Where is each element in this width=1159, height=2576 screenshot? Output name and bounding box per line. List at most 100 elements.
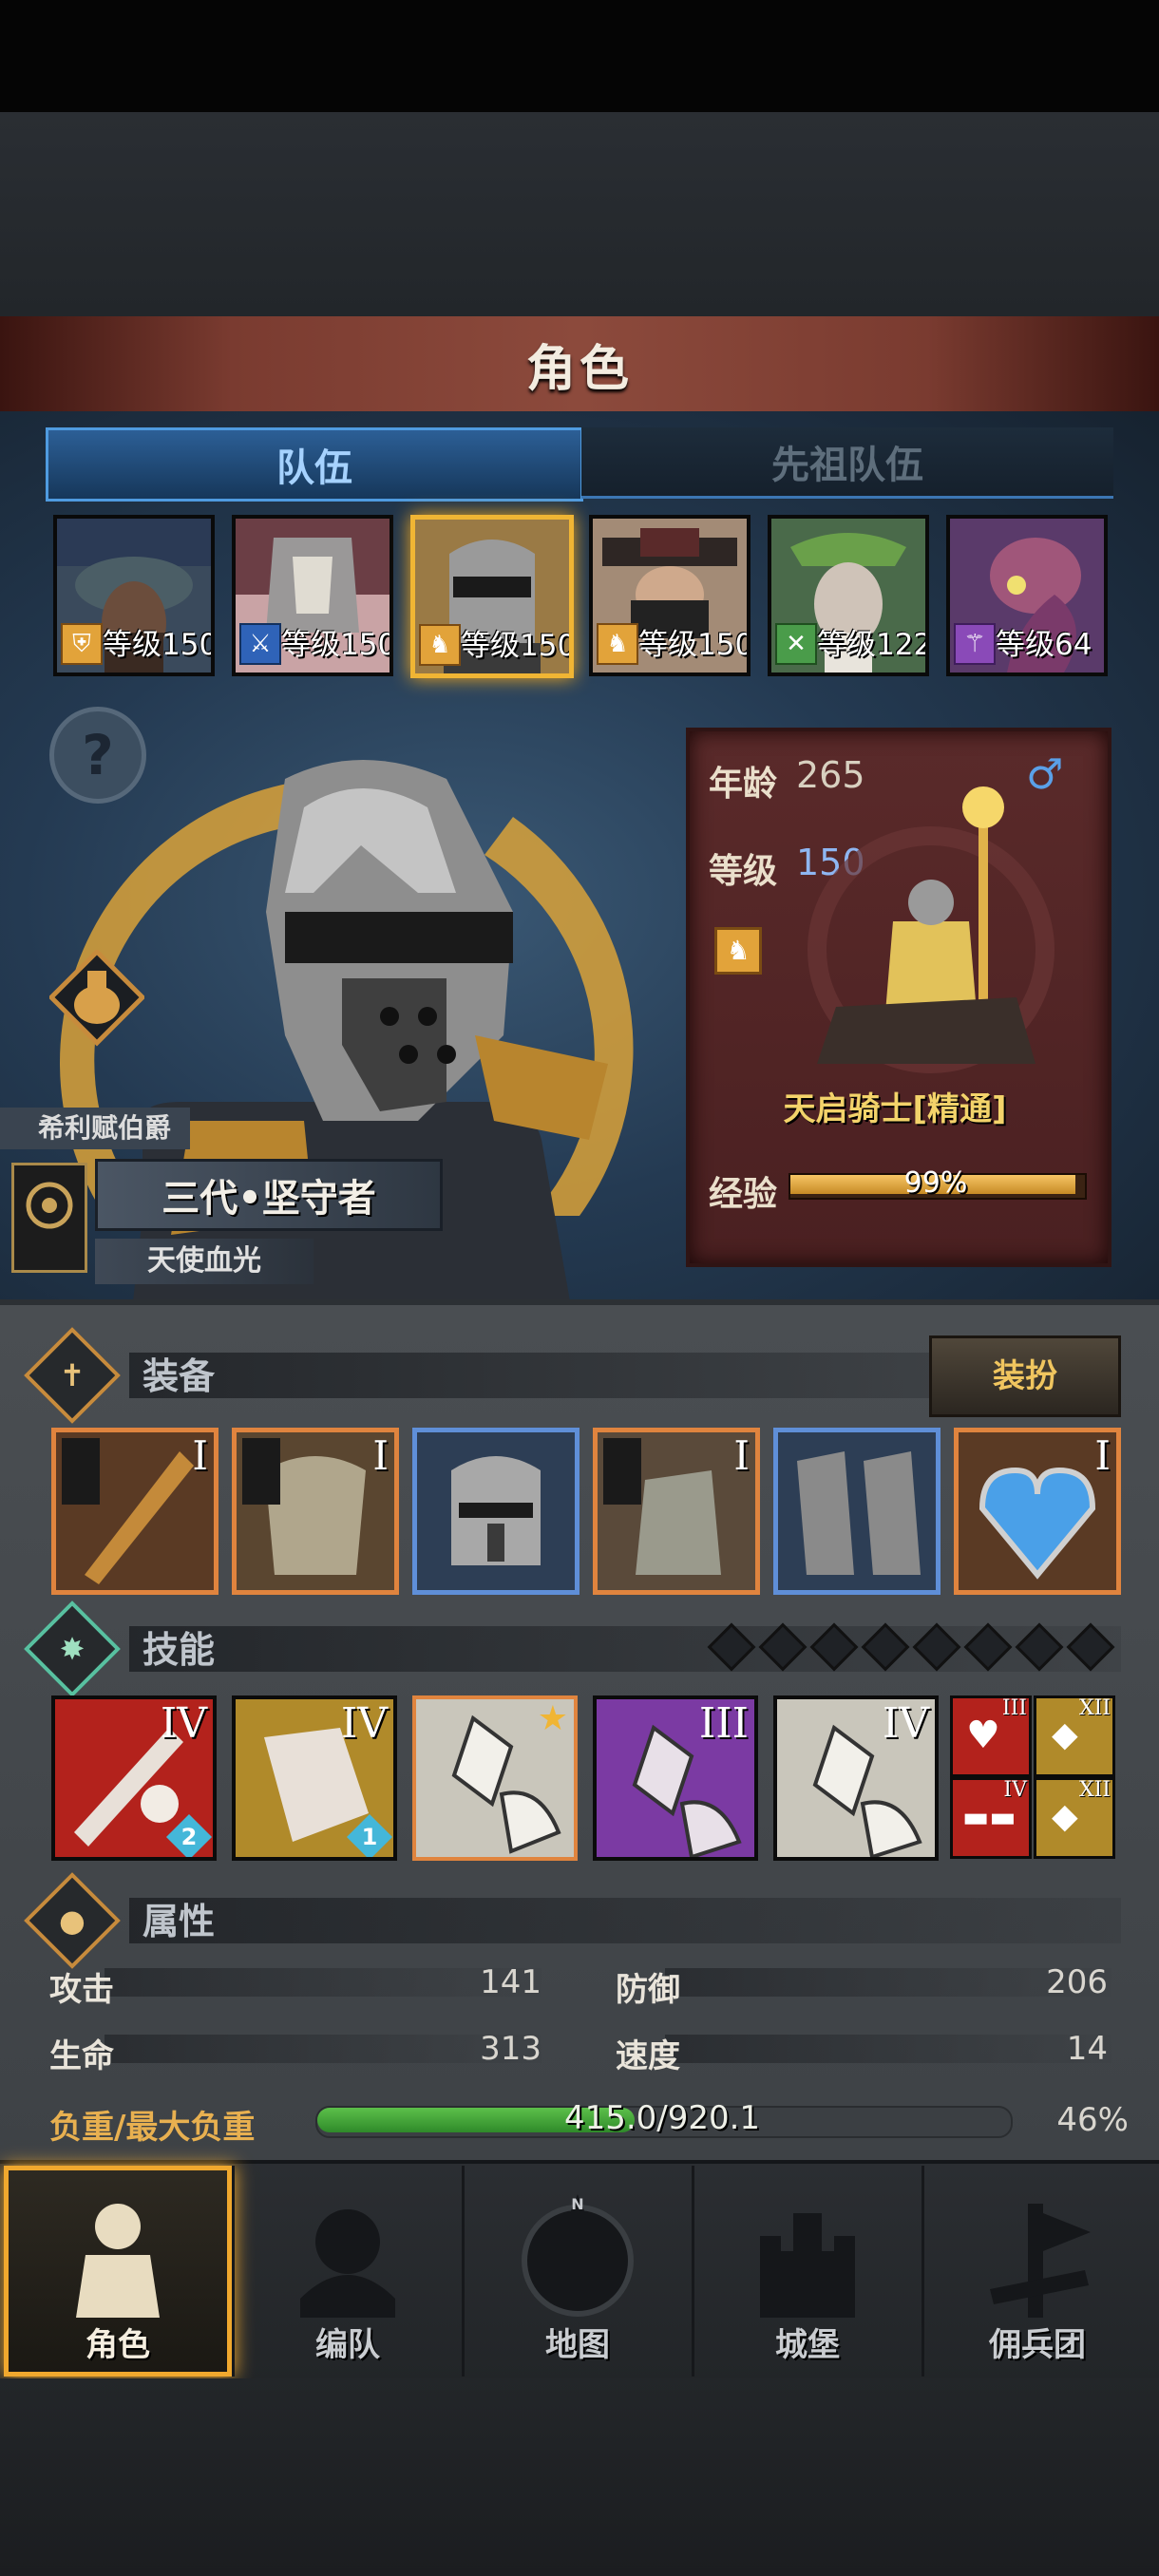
speed-label: 速度 (616, 2037, 680, 2075)
tier-label: III (1001, 1696, 1027, 1720)
nav-castle-label: 城堡 (775, 2326, 840, 2364)
header-bar (129, 1898, 1121, 1943)
amulet-icon (959, 1432, 1116, 1590)
attributes-header: ● 属性 (24, 1872, 1121, 1969)
hp-label: 生命 (49, 2037, 114, 2075)
sword-icon: ⚔ (239, 623, 281, 665)
formation-icon (300, 2209, 395, 2318)
level-label: 等级 (709, 852, 778, 891)
favorite-star-icon: ★ (537, 1699, 568, 1738)
bloodline-plate: 天使血光 (95, 1239, 314, 1284)
nav-map-label: 地图 (545, 2326, 610, 2364)
skill-count: 1 (361, 1824, 378, 1850)
equipment-slot-weapon[interactable]: I (51, 1428, 218, 1595)
nav-map[interactable]: N 地图 (464, 2166, 694, 2377)
horse-icon: ♞ (597, 623, 638, 665)
tier-label: IV (160, 1699, 207, 1748)
house-name: 希利赋伯爵 (38, 1112, 172, 1144)
exp-value: 99% (903, 1166, 968, 1200)
team-level: 等级122 (817, 628, 929, 662)
team-member-2[interactable]: ⚔ 等级150 (232, 515, 393, 676)
tier-label: IV (340, 1699, 388, 1748)
load-label: 负重/最大负重 (49, 2109, 256, 2147)
equipment-title: 装备 (142, 1355, 216, 1397)
team-member-6[interactable]: ⚚ 等级64 (946, 515, 1108, 676)
passive-skill-1[interactable]: ♥ III (950, 1695, 1032, 1777)
tier-label: XII (1078, 1778, 1111, 1802)
hp-value: 313 (480, 2030, 542, 2068)
staff-icon: ⚚ (954, 623, 996, 665)
defense-value: 206 (1046, 1963, 1108, 2001)
speed-value: 14 (1066, 2030, 1108, 2068)
tab-team[interactable]: 队伍 (46, 427, 583, 502)
dress-up-label: 装扮 (993, 1357, 1057, 1395)
skill-slot-5[interactable]: IV (773, 1695, 939, 1861)
tier-label: I (372, 1432, 389, 1479)
equipment-slot-gauntlet[interactable]: I (593, 1428, 760, 1595)
armor-icon (237, 1432, 394, 1590)
house-banner-icon (11, 1163, 87, 1273)
exp-label: 经验 (709, 1175, 778, 1214)
equipment-slot-boots[interactable] (773, 1428, 940, 1595)
team-level: 等级64 (996, 628, 1092, 662)
passive-skill-4[interactable]: ◆ XII (1034, 1777, 1115, 1859)
skill-count-badge: 1 (346, 1813, 393, 1857)
equipment-slot-armor[interactable]: I (232, 1428, 399, 1595)
skill-slot-1[interactable]: IV 2 (51, 1695, 217, 1861)
attack-value: 141 (480, 1963, 542, 2001)
team-member-4[interactable]: ♞ 等级150 (589, 515, 750, 676)
attributes-title: 属性 (142, 1901, 216, 1942)
tier-label: IV (1003, 1778, 1027, 1802)
attack-label: 攻击 (49, 1971, 114, 2009)
svg-text:N: N (571, 2195, 583, 2213)
tab-ancestor-team[interactable]: 先祖队伍 (581, 427, 1113, 499)
team-member-3[interactable]: ♞ 等级150 (410, 515, 574, 678)
passive-skill-3[interactable]: ▬▬ IV (950, 1777, 1032, 1859)
skill-count: 2 (180, 1824, 198, 1850)
nav-mercenary[interactable]: 佣兵团 (923, 2166, 1151, 2377)
gauntlet-icon (598, 1432, 755, 1590)
house-plate: 希利赋伯爵 (0, 1108, 190, 1149)
tier-label: I (733, 1432, 750, 1479)
horse-icon: ♞ (714, 927, 762, 975)
skills-title: 技能 (142, 1629, 216, 1671)
heart-icon: ♥ (966, 1714, 1000, 1757)
tier-label: IV (882, 1699, 929, 1748)
skill-count-badge: 2 (165, 1813, 213, 1857)
compass-icon: N (522, 2194, 634, 2317)
tab-ancestor-label: 先祖队伍 (771, 444, 923, 487)
hero-title-plate: 三代•坚守者 (95, 1159, 443, 1231)
page-title: 角色 (525, 340, 633, 398)
castle-icon (760, 2213, 855, 2318)
team-level: 等级150 (638, 628, 750, 662)
title-banner: 角色 (0, 316, 1159, 414)
helmet-icon (417, 1432, 575, 1590)
equipment-slot-helmet[interactable] (412, 1428, 580, 1595)
hero-title: 三代•坚守者 (162, 1177, 376, 1221)
nav-castle[interactable]: 城堡 (694, 2166, 924, 2377)
crossed-swords-icon: ✕ (775, 623, 817, 665)
horse-icon: ♞ (419, 624, 461, 666)
team-member-5[interactable]: ✕ 等级122 (768, 515, 929, 676)
tier-label: III (698, 1699, 749, 1748)
potion-icon[interactable] (49, 950, 144, 1054)
skill-slot-3[interactable]: ★ (412, 1695, 578, 1861)
team-level: 等级150 (281, 628, 393, 662)
dress-up-button[interactable]: 装扮 (929, 1335, 1121, 1417)
class-name: 天启骑士[精通] (783, 1090, 1007, 1128)
team-level: 等级150 (461, 629, 574, 663)
passive-skill-2[interactable]: ◆ XII (1034, 1695, 1115, 1777)
bloodline-name: 天使血光 (147, 1244, 261, 1278)
skill-slot-4[interactable]: III (593, 1695, 758, 1861)
nav-formation[interactable]: 编队 (234, 2166, 465, 2377)
nav-character[interactable]: 角色 (4, 2166, 235, 2377)
tier-label: I (192, 1432, 208, 1479)
load-value: 415.0/920.1 (563, 2099, 761, 2137)
skill-slot-2[interactable]: IV 1 (232, 1695, 397, 1861)
dumbbell-icon: ▬▬ (962, 1801, 1016, 1834)
mercenary-banner-icon (990, 2204, 1091, 2318)
system-navigation-area (0, 2378, 1159, 2576)
equipment-slot-amulet[interactable]: I (954, 1428, 1121, 1595)
team-member-1[interactable]: ⛨ 等级150 (53, 515, 215, 676)
weapon-icon (56, 1432, 214, 1590)
